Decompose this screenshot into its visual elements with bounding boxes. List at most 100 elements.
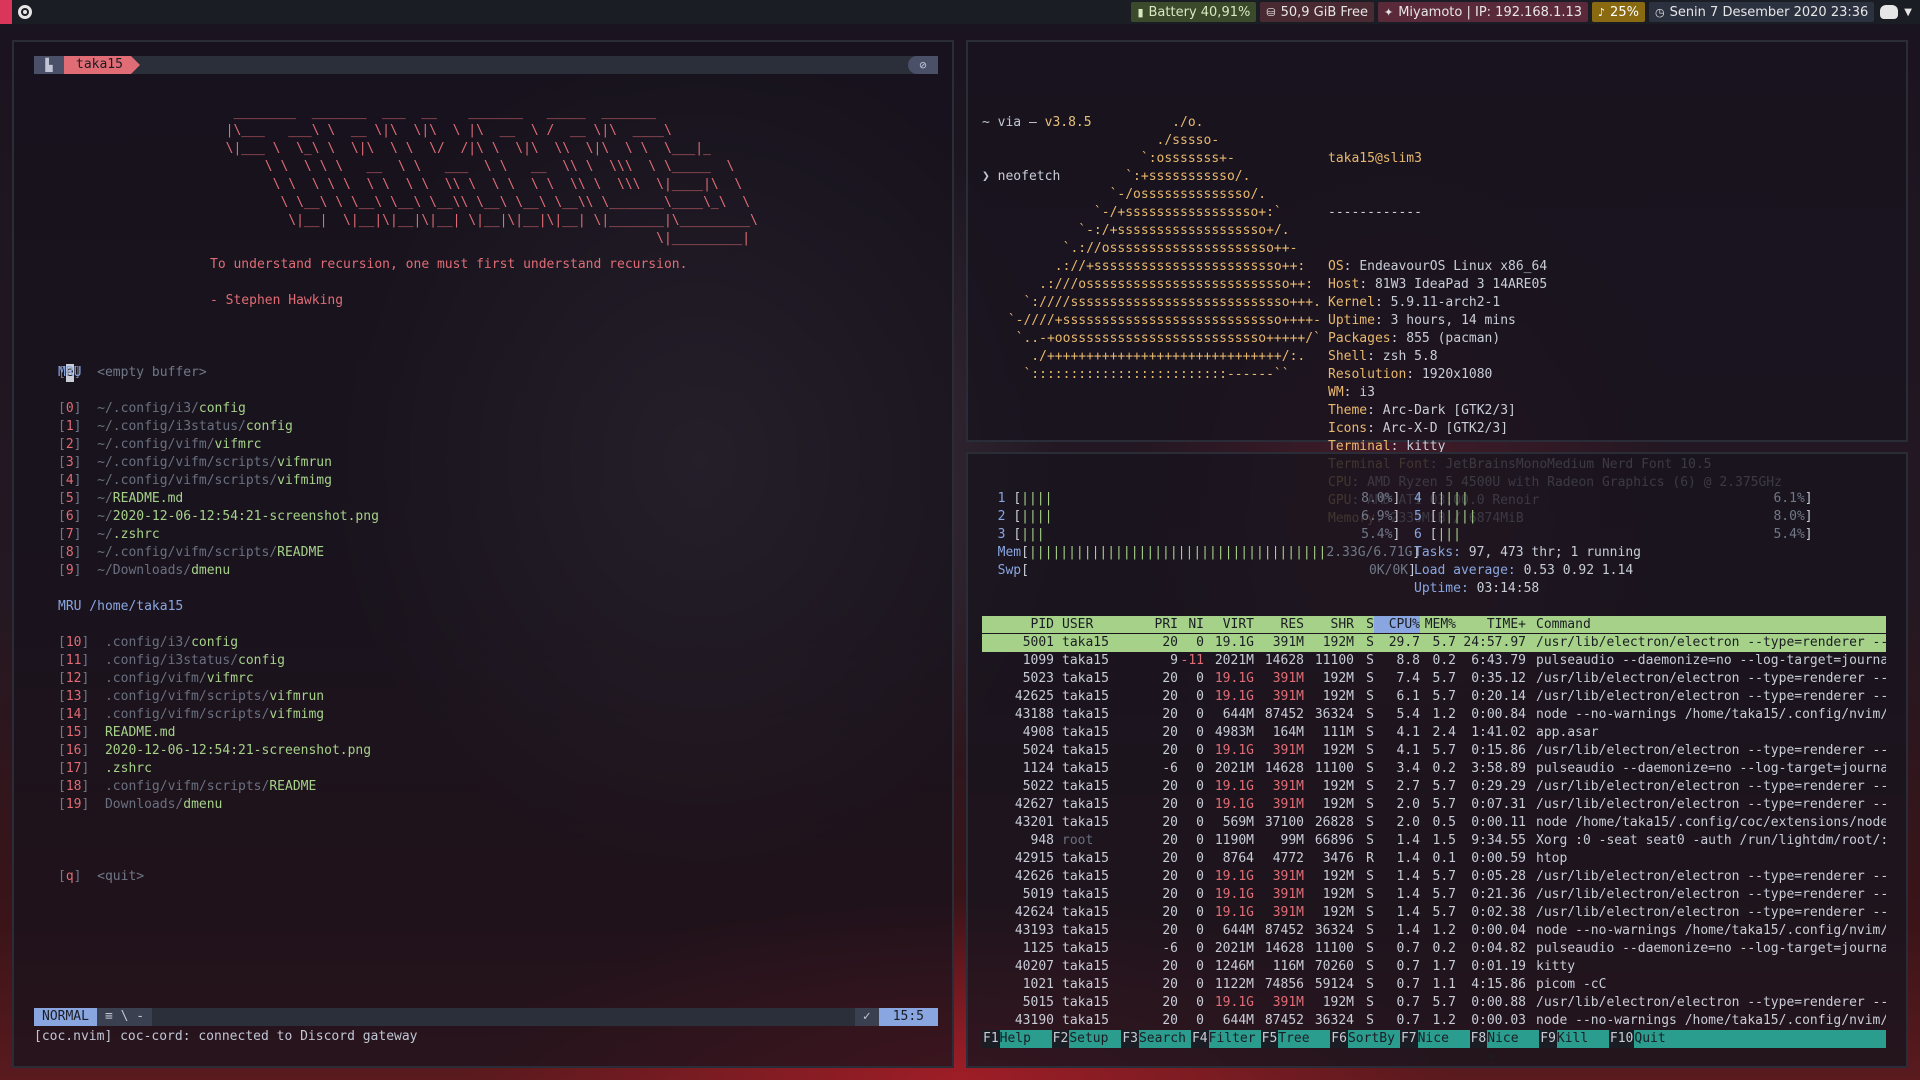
column-header-s[interactable]: S: [1354, 616, 1374, 633]
mru-entry[interactable]: [15] README.md: [58, 724, 371, 742]
chrome-icon[interactable]: [18, 5, 32, 19]
mru-entry[interactable]: [6] ~/2020-12-06-12:54:21-screenshot.png: [58, 508, 379, 526]
mru-entry[interactable]: [17] .zshrc: [58, 760, 371, 778]
mru-entry[interactable]: [14] .config/vifm/scripts/vifmimg: [58, 706, 371, 724]
cpu-bar: |||: [1437, 527, 1461, 542]
mru-entry[interactable]: [3] ~/.config/vifm/scripts/vifmrun: [58, 454, 379, 472]
buffer-tab[interactable]: taka15: [64, 56, 140, 74]
mru-entry[interactable]: [12] .config/vifm/vifmrc: [58, 670, 371, 688]
quit-entry[interactable]: [q] <quit>: [58, 832, 144, 922]
column-header-pid[interactable]: PID: [982, 616, 1054, 633]
column-header-ni[interactable]: NI: [1178, 616, 1204, 633]
fkey-help[interactable]: F1 Help: [982, 1030, 1052, 1048]
column-header-user[interactable]: USER: [1054, 616, 1134, 633]
workspace-indicator[interactable]: [0, 0, 12, 24]
fkey-nice[interactable]: F7 Nice -: [1399, 1030, 1470, 1064]
bracket: ]: [73, 455, 98, 470]
quit-key: q: [65, 869, 74, 884]
mru-entry[interactable]: [1] ~/.config/i3status/config: [58, 418, 379, 436]
mru-entry[interactable]: [16] 2020-12-06-12:54:21-screenshot.png: [58, 742, 371, 760]
process-row[interactable]: 43188 taka15 20 0 644M 87452 36324 S 5.4 1.2 0:00.…: [982, 706, 1886, 724]
column-header-res[interactable]: RES: [1254, 616, 1304, 633]
mru-entry[interactable]: [5] ~/README.md: [58, 490, 379, 508]
process-row[interactable]: 5022 taka15 20 0 19.1G 391M 192M S 2.7 5.7 0:29.29…: [982, 778, 1886, 796]
process-list[interactable]: 5001 taka15 20 0 19.1G 391M 192M S 29.7 5.7 24:57.…: [982, 634, 1886, 1030]
process-row[interactable]: 1021 taka15 20 0 1122M 74856 59124 S 0.7 1.1 4:15.…: [982, 976, 1886, 994]
process-row[interactable]: 4908 taka15 20 0 4983M 164M 111M S 4.1 2.4 1:41.02…: [982, 724, 1886, 742]
process-row[interactable]: 43201 taka15 20 0 569M 37100 26828 S 2.0 0.5 0:00.…: [982, 814, 1886, 832]
process-table-header[interactable]: PID USER PRI NI VIRT RES SHR S CPU% MEM% TIME+ Comm…: [982, 616, 1886, 633]
column-header-cpu[interactable]: CPU%: [1374, 616, 1420, 633]
cpu-value: 5.4%: [1361, 527, 1393, 542]
process-time: 0:00.04: [1471, 923, 1526, 938]
mru-entry[interactable]: [8] ~/.config/vifm/scripts/README: [58, 544, 379, 562]
fkey-tree[interactable]: F5 Tree: [1260, 1030, 1331, 1048]
load-meter: Load average: 0.53 0.92 1.14: [1414, 562, 1633, 580]
fkey-kill[interactable]: F9 Kill: [1539, 1030, 1609, 1048]
process-row[interactable]: 5001 taka15 20 0 19.1G 391M 192M S 29.7 5.7 24:57.…: [982, 634, 1886, 652]
vim-tab-icon: ▙: [34, 56, 64, 74]
process-row[interactable]: 948 root 20 0 1190M 99M 66896 S 1.4 1.5 9:34.55 Xor…: [982, 832, 1886, 850]
discord-tray-icon[interactable]: [1880, 5, 1899, 19]
htop-terminal[interactable]: 1 [|||| 8.0%] 4 [|||| 6.1%] 2 [|||| 6.9%] 5 […: [966, 452, 1908, 1068]
fkey-setup[interactable]: F2 Setup: [1051, 1030, 1122, 1048]
process-row[interactable]: 40207 taka15 20 0 1246M 116M 70260 S 0.7 1.7 0:01.…: [982, 958, 1886, 976]
fkey-quit[interactable]: F10 Quit: [1608, 1030, 1686, 1048]
logo-line: `..-+oosssssssssssssssssssssssso+++++/`: [1000, 331, 1321, 346]
mru-entry[interactable]: [4] ~/.config/vifm/scripts/vifmimg: [58, 472, 379, 490]
mru-entry[interactable]: [2] ~/.config/vifm/vifmrc: [58, 436, 379, 454]
column-header-cmd[interactable]: Command: [1526, 616, 1886, 633]
fkey-nice[interactable]: F8 Nice +: [1469, 1030, 1540, 1064]
process-row[interactable]: 42624 taka15 20 0 19.1G 391M 192M S 1.4 5.7 0:02.3…: [982, 904, 1886, 922]
column-header-mem[interactable]: MEM%: [1420, 616, 1456, 633]
process-pri: 20: [1162, 707, 1178, 722]
process-cmd: /usr/lib/electron/electron --type=render…: [1536, 743, 1886, 758]
fkey-filter[interactable]: F4 Filter: [1190, 1030, 1261, 1048]
process-row[interactable]: 5015 taka15 20 0 19.1G 391M 192M S 0.7 5.7 0:00.88…: [982, 994, 1886, 1012]
mru-entry[interactable]: [18] .config/vifm/scripts/README: [58, 778, 371, 796]
process-row[interactable]: 42625 taka15 20 0 19.1G 391M 192M S 6.1 5.7 0:20.1…: [982, 688, 1886, 706]
mru-path-file: README: [277, 545, 325, 560]
banner-line: \|__| \|__|\|__|\|__| \|__|\|__|\|__| \|…: [210, 213, 758, 228]
neofetch-terminal[interactable]: ~ via — v3.8.5 ❯ neofetch ./o. ./sssso- …: [966, 40, 1908, 526]
close-buffer-icon[interactable]: ⊘: [908, 56, 938, 74]
column-header-virt[interactable]: VIRT: [1204, 616, 1254, 633]
mru-index: 7: [65, 527, 74, 542]
mru-entry[interactable]: [19] Downloads/dmenu: [58, 796, 371, 814]
process-row[interactable]: 1124 taka15 -6 0 2021M 14628 11100 S 3.4 0.2 3:58.…: [982, 760, 1886, 778]
process-pri: 20: [1162, 635, 1178, 650]
mru-entry[interactable]: [10] .config/i3/config: [58, 634, 371, 652]
neovim-window[interactable]: ▙ taka15 ⊘ ________ _______ ___ __ _____…: [12, 40, 954, 1068]
process-row[interactable]: 43190 taka15 20 0 644M 87452 36324 S 0.7 1.2 0:00.…: [982, 1012, 1886, 1030]
column-header-shr[interactable]: SHR: [1304, 616, 1354, 633]
process-row[interactable]: 43193 taka15 20 0 644M 87452 36324 S 1.4 1.2 0:00.…: [982, 922, 1886, 940]
process-row[interactable]: 1125 taka15 -6 0 2021M 14628 11100 S 0.7 0.2 0:04.…: [982, 940, 1886, 958]
process-time: 0:15.86: [1471, 743, 1526, 758]
process-row[interactable]: 5023 taka15 20 0 19.1G 391M 192M S 7.4 5.7 0:35.12…: [982, 670, 1886, 688]
process-time: 0:01.19: [1471, 959, 1526, 974]
process-row[interactable]: 1099 taka15 9 -11 2021M 14628 11100 S 8.8 0.2 6:43…: [982, 652, 1886, 670]
mru-entry[interactable]: [9] ~/Downloads/dmenu: [58, 562, 379, 580]
fkey-sortby[interactable]: F6 SortBy: [1330, 1030, 1400, 1048]
process-row[interactable]: 42627 taka15 20 0 19.1G 391M 192M S 2.0 5.7 0:07.3…: [982, 796, 1886, 814]
process-row[interactable]: 42915 taka15 20 0 8764 4772 3476 R 1.4 0.1 0:00.59…: [982, 850, 1886, 868]
process-pri: 20: [1162, 725, 1178, 740]
volume-indicator[interactable]: ♪ 25%: [1592, 2, 1645, 22]
mru-entry[interactable]: [13] .config/vifm/scripts/vifmrun: [58, 688, 371, 706]
process-row[interactable]: 42626 taka15 20 0 19.1G 391M 192M S 1.4 5.7 0:05.2…: [982, 868, 1886, 886]
process-shr: 70260: [1314, 959, 1354, 974]
column-header-time[interactable]: TIME+: [1456, 616, 1526, 633]
process-row[interactable]: 5024 taka15 20 0 19.1G 391M 192M S 4.1 5.7 0:15.86…: [982, 742, 1886, 760]
mru-entry[interactable]: [11] .config/i3status/config: [58, 652, 371, 670]
mru-entry[interactable]: [0] ~/.config/i3/config: [58, 400, 379, 418]
mru-entry[interactable]: [7] ~/.zshrc: [58, 526, 379, 544]
process-mem: 0.2: [1432, 941, 1456, 956]
process-virt: 1122M: [1214, 977, 1254, 992]
process-row[interactable]: 5019 taka15 20 0 19.1G 391M 192M S 1.4 5.7 0:21.36…: [982, 886, 1886, 904]
tray-chevron-down-icon[interactable]: ▼: [1904, 7, 1912, 18]
column-header-pri[interactable]: PRI: [1134, 616, 1178, 633]
process-cmd: /usr/lib/electron/electron --type=render…: [1536, 887, 1886, 902]
bracket: ]: [81, 635, 105, 650]
process-ni: 0: [1196, 815, 1204, 830]
fkey-search[interactable]: F3 Search: [1121, 1030, 1191, 1048]
